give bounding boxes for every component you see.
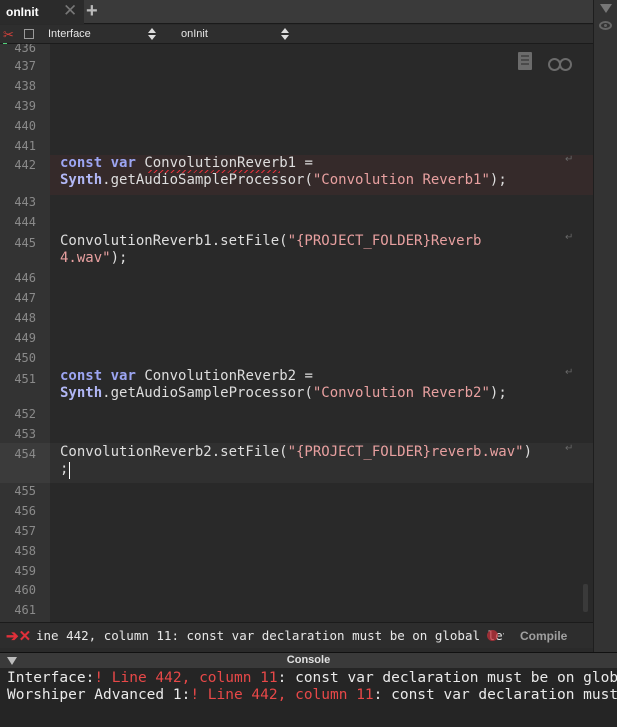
line-number: 459	[14, 564, 36, 578]
tab-label: onInit	[6, 5, 39, 19]
callback-selector[interactable]: onInit	[181, 27, 291, 42]
compile-status-bar: ➔✕ ine 442, column 11: const var declara…	[0, 622, 593, 648]
line-number: 446	[14, 271, 36, 285]
line-number: 448	[14, 311, 36, 325]
line-number: 457	[14, 524, 36, 538]
line-number: 456	[14, 504, 36, 518]
code-line-445[interactable]: ConvolutionReverb1.setFile("{PROJECT_FOL…	[60, 233, 481, 250]
code-line-451[interactable]: const var ConvolutionReverb2 =	[60, 368, 313, 385]
line-number: 449	[14, 331, 36, 345]
eye-icon[interactable]	[599, 21, 612, 30]
console-title: Console	[286, 654, 331, 666]
console-entry[interactable]: Interface:! Line 442, column 11: const v…	[7, 669, 617, 687]
code-line-454[interactable]: ConvolutionReverb2.setFile("{PROJECT_FOL…	[60, 444, 532, 461]
updown-arrows-icon	[281, 28, 289, 40]
tab-bar: onInit ✕ +	[0, 0, 593, 24]
updown-arrows-icon	[148, 28, 156, 40]
code-line-454-wrap[interactable]: ;	[60, 461, 68, 478]
line-number: 453	[14, 427, 36, 441]
document-icon[interactable]	[518, 52, 532, 70]
error-badge-icon	[487, 630, 498, 641]
line-number: 441	[14, 139, 36, 153]
console-entry[interactable]: Worshiper Advanced 1:! Line 442, column …	[7, 686, 617, 704]
popout-icon[interactable]	[24, 29, 34, 39]
console-output[interactable]: Interface:! Line 442, column 11: const v…	[0, 668, 617, 727]
line-number: 447	[14, 291, 36, 305]
code-line-442-wrap[interactable]: Synth.getAudioSampleProcessor("Convoluti…	[60, 172, 507, 189]
line-number: 452	[14, 407, 36, 421]
line-number: 445	[14, 236, 36, 250]
add-tab-button[interactable]: +	[86, 0, 98, 22]
line-number: 450	[14, 351, 36, 365]
line-number: 440	[14, 119, 36, 133]
line-number: 458	[14, 544, 36, 558]
binoculars-icon[interactable]	[548, 55, 572, 71]
text-caret	[69, 462, 70, 479]
line-number: 455	[14, 484, 36, 498]
line-number: 436	[14, 44, 36, 55]
console-header[interactable]: Console	[0, 652, 617, 668]
line-number: 442	[14, 158, 36, 172]
code-line-451-wrap[interactable]: Synth.getAudioSampleProcessor("Convoluti…	[60, 385, 507, 402]
compile-error-message[interactable]: ine 442, column 11: const var declaratio…	[36, 628, 504, 643]
line-number: 461	[14, 603, 36, 617]
callback-selector-row: ✂ Interface onInit	[0, 25, 593, 44]
wrap-marker-icon: ↵	[565, 443, 574, 454]
line-number: 454	[14, 447, 36, 461]
compile-button[interactable]: Compile	[520, 629, 567, 643]
code-editor[interactable]: 436 437 438 439 440 441 442 443 444 445 446 447 448 4…	[0, 44, 593, 622]
editor-scrollbar[interactable]	[583, 584, 588, 612]
tab-oninit[interactable]: onInit ✕	[0, 0, 84, 24]
wrap-marker-icon: ↵	[565, 367, 574, 378]
wrap-marker-icon: ↵	[565, 154, 574, 165]
line-number: 438	[14, 79, 36, 93]
side-panel-scrollbar[interactable]	[593, 0, 617, 727]
collapse-arrow-icon[interactable]	[600, 4, 612, 13]
line-number: 443	[14, 195, 36, 209]
processor-selector[interactable]: Interface	[48, 27, 158, 42]
line-number: 439	[14, 99, 36, 113]
processor-selector-value: Interface	[48, 28, 91, 40]
line-number: 437	[14, 59, 36, 73]
line-number: 451	[14, 372, 36, 386]
line-number: 460	[14, 583, 36, 597]
close-tab-icon[interactable]: ✕	[63, 2, 77, 20]
code-line-445-wrap[interactable]: 4.wav");	[60, 250, 127, 267]
error-arrow-icon[interactable]: ➔✕	[6, 627, 31, 645]
callback-selector-value: onInit	[181, 28, 208, 40]
scissors-icon[interactable]: ✂	[3, 27, 14, 43]
error-squiggle	[148, 170, 280, 173]
wrap-marker-icon: ↵	[565, 232, 574, 243]
line-number: 444	[14, 215, 36, 229]
